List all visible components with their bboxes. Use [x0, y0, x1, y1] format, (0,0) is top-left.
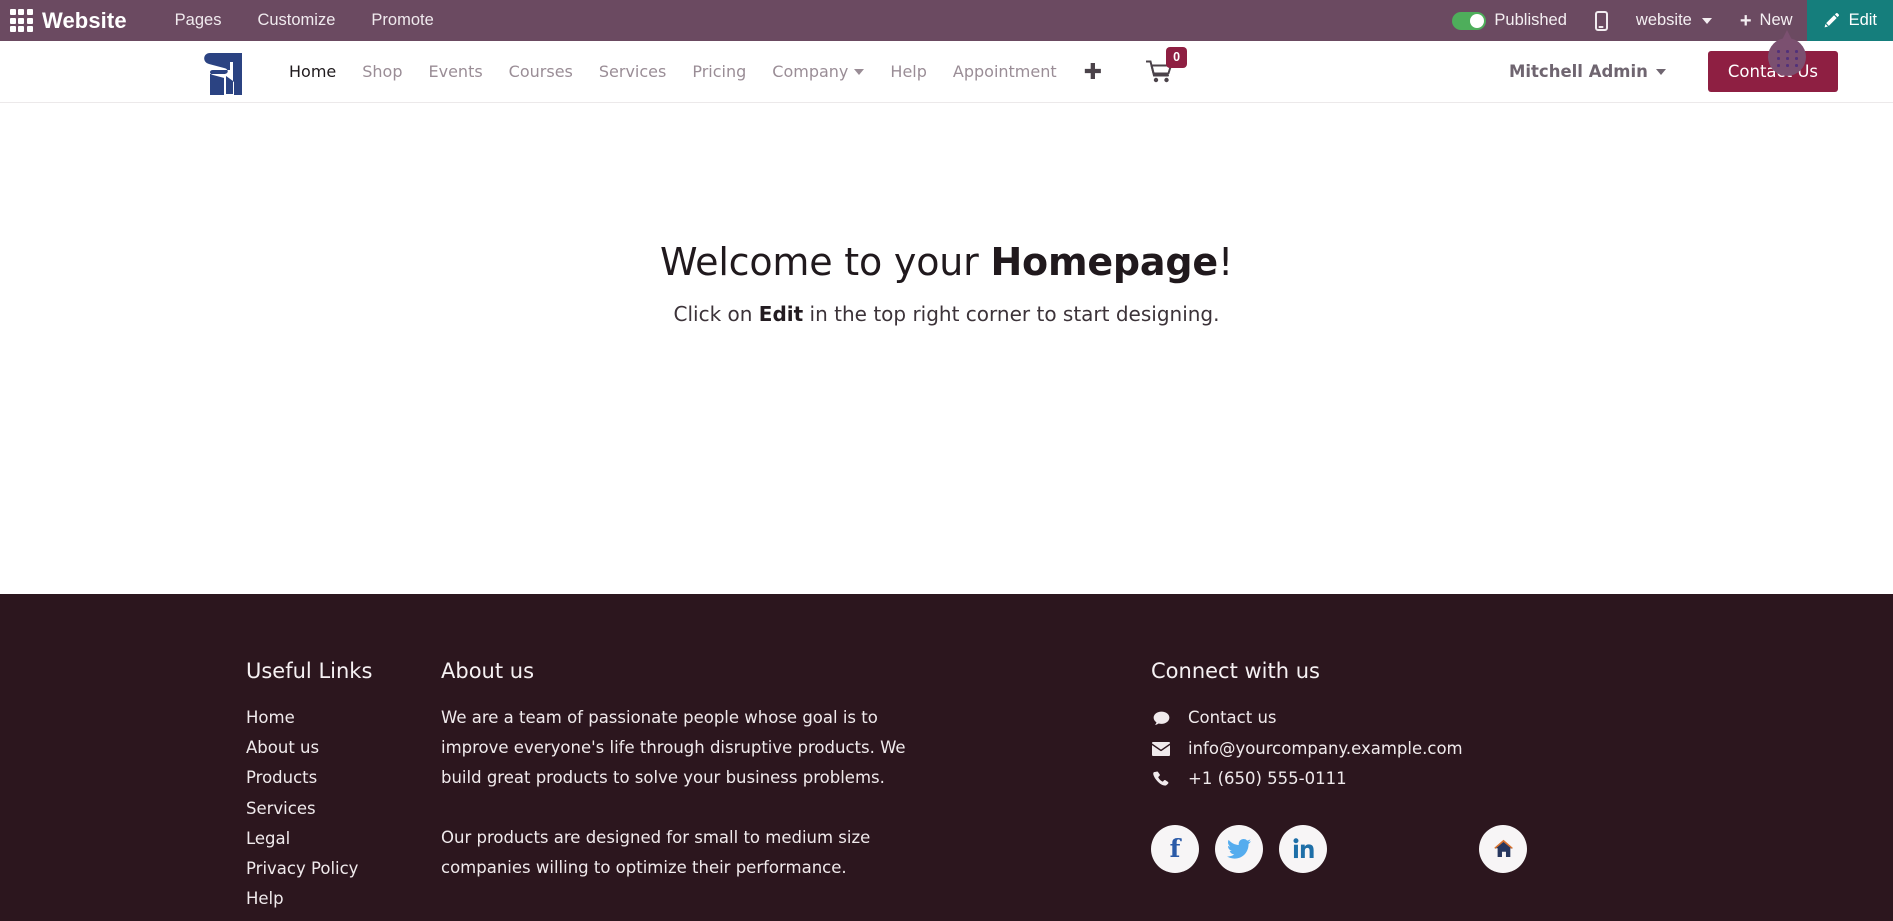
- footer-about-paragraph-1: We are a team of passionate people whose…: [441, 708, 906, 787]
- page-subtitle-part2: in the top right corner to start designi…: [803, 302, 1220, 326]
- footer-columns: Useful Links Home About us Products Serv…: [0, 659, 1893, 921]
- twitter-icon[interactable]: [1215, 824, 1263, 873]
- footer-social-row: f: [1151, 824, 1611, 873]
- website-selector[interactable]: website: [1622, 0, 1726, 41]
- odoo-system-topbar: Website Pages Customize Promote Publishe…: [0, 0, 1893, 76]
- nav-link-home[interactable]: Home: [276, 56, 349, 87]
- page-title-part2: !: [1217, 240, 1233, 284]
- footer-phone-label: +1 (650) 555-0111: [1188, 769, 1347, 788]
- nav-link-help[interactable]: Help: [877, 56, 939, 87]
- footer-contact-us-label[interactable]: Contact us: [1188, 703, 1277, 734]
- publish-toggle[interactable]: Published: [1438, 0, 1580, 41]
- footer-useful-links-heading: Useful Links: [246, 659, 373, 683]
- chevron-down-icon: [854, 68, 865, 75]
- chevron-down-icon: [1701, 17, 1712, 24]
- topbar-item-customize[interactable]: Customize: [239, 1, 353, 40]
- add-page-plus-icon[interactable]: ✚: [1070, 60, 1116, 83]
- edit-button-label: Edit: [1848, 11, 1877, 29]
- footer-link-about-us[interactable]: About us: [246, 733, 441, 763]
- phone-icon: [1151, 771, 1171, 787]
- linkedin-icon[interactable]: [1279, 824, 1327, 873]
- page-subtitle: Click on Edit in the top right corner to…: [674, 302, 1220, 326]
- website-nav-links: Home Shop Events Courses Services Pricin…: [276, 56, 1116, 87]
- site-footer: Useful Links Home About us Products Serv…: [0, 594, 1893, 921]
- footer-email-row[interactable]: info@yourcompany.example.com: [1151, 734, 1611, 765]
- footer-link-forum[interactable]: Forum: [246, 914, 441, 921]
- nav-link-shop[interactable]: Shop: [349, 56, 415, 87]
- nav-link-courses[interactable]: Courses: [496, 56, 586, 87]
- website-selector-label: website: [1635, 11, 1692, 29]
- comment-icon: [1151, 711, 1171, 726]
- nav-link-services[interactable]: Services: [586, 56, 679, 87]
- homepage-main-content: Welcome to your Homepage! Click on Edit …: [0, 103, 1893, 594]
- cart-count-badge: 0: [1166, 46, 1188, 68]
- footer-link-home[interactable]: Home: [246, 703, 441, 733]
- footer-about-column: About us We are a team of passionate peo…: [441, 659, 1001, 921]
- envelope-icon: [1151, 741, 1171, 756]
- chevron-down-icon: [1655, 68, 1666, 75]
- contact-us-button[interactable]: Contact Us: [1707, 51, 1838, 92]
- mobile-preview-button[interactable]: [1581, 0, 1622, 41]
- footer-about-paragraph-2: Our products are designed for small to m…: [441, 828, 871, 877]
- footer-connect-heading: Connect with us: [1151, 659, 1320, 683]
- nav-link-pricing[interactable]: Pricing: [679, 56, 759, 87]
- footer-link-products[interactable]: Products: [246, 763, 441, 793]
- footer-connect-column: Connect with us Contact us info@yourcomp…: [1151, 659, 1611, 921]
- edit-button[interactable]: Edit: [1806, 0, 1893, 41]
- website-navbar: Home Shop Events Courses Services Pricin…: [0, 41, 1893, 103]
- pencil-icon: [1823, 12, 1840, 29]
- footer-useful-links-list: Home About us Products Services Legal Pr…: [246, 703, 441, 921]
- publish-switch-icon[interactable]: [1452, 11, 1487, 30]
- nav-link-events[interactable]: Events: [416, 56, 496, 87]
- page-title-part1: Welcome to your: [660, 240, 991, 284]
- topbar-menu: Pages Customize Promote: [157, 1, 452, 40]
- publish-label: Published: [1494, 11, 1567, 29]
- page-title-emphasis: Homepage: [990, 240, 1218, 284]
- app-title: Website: [42, 7, 127, 33]
- footer-link-legal[interactable]: Legal: [246, 824, 441, 854]
- apps-grid-icon[interactable]: [8, 8, 34, 34]
- mobile-preview-icon: [1594, 10, 1608, 31]
- user-menu-label: Mitchell Admin: [1508, 62, 1648, 81]
- plus-icon: +: [1739, 9, 1752, 32]
- footer-link-services[interactable]: Services: [246, 794, 441, 824]
- nav-link-appointment[interactable]: Appointment: [940, 56, 1070, 87]
- topbar-item-pages[interactable]: Pages: [157, 1, 240, 40]
- new-button-label: New: [1759, 11, 1793, 29]
- facebook-icon[interactable]: f: [1151, 824, 1199, 873]
- page-subtitle-emphasis: Edit: [758, 302, 804, 326]
- user-menu[interactable]: Mitchell Admin: [1509, 62, 1666, 81]
- footer-link-help[interactable]: Help: [246, 884, 441, 914]
- topbar-item-promote[interactable]: Promote: [353, 1, 451, 40]
- home-icon[interactable]: [1479, 824, 1527, 873]
- footer-phone-row: +1 (650) 555-0111: [1151, 764, 1611, 795]
- new-button[interactable]: + New: [1726, 0, 1807, 41]
- footer-link-privacy-policy[interactable]: Privacy Policy: [246, 854, 441, 884]
- shopping-cart-button[interactable]: 0: [1146, 46, 1188, 84]
- footer-email-label[interactable]: info@yourcompany.example.com: [1188, 734, 1463, 765]
- footer-contact-us-row[interactable]: Contact us: [1151, 703, 1611, 734]
- page-subtitle-part1: Click on: [673, 302, 759, 326]
- nav-link-company-label: Company: [772, 62, 849, 81]
- page-title: Welcome to your Homepage!: [660, 240, 1233, 284]
- footer-about-heading: About us: [441, 659, 535, 683]
- footer-useful-links-column: Useful Links Home About us Products Serv…: [246, 659, 441, 921]
- company-logo[interactable]: [200, 49, 246, 95]
- nav-link-company[interactable]: Company: [759, 56, 877, 87]
- topbar-right-group: Published website + New Edit: [1438, 0, 1893, 41]
